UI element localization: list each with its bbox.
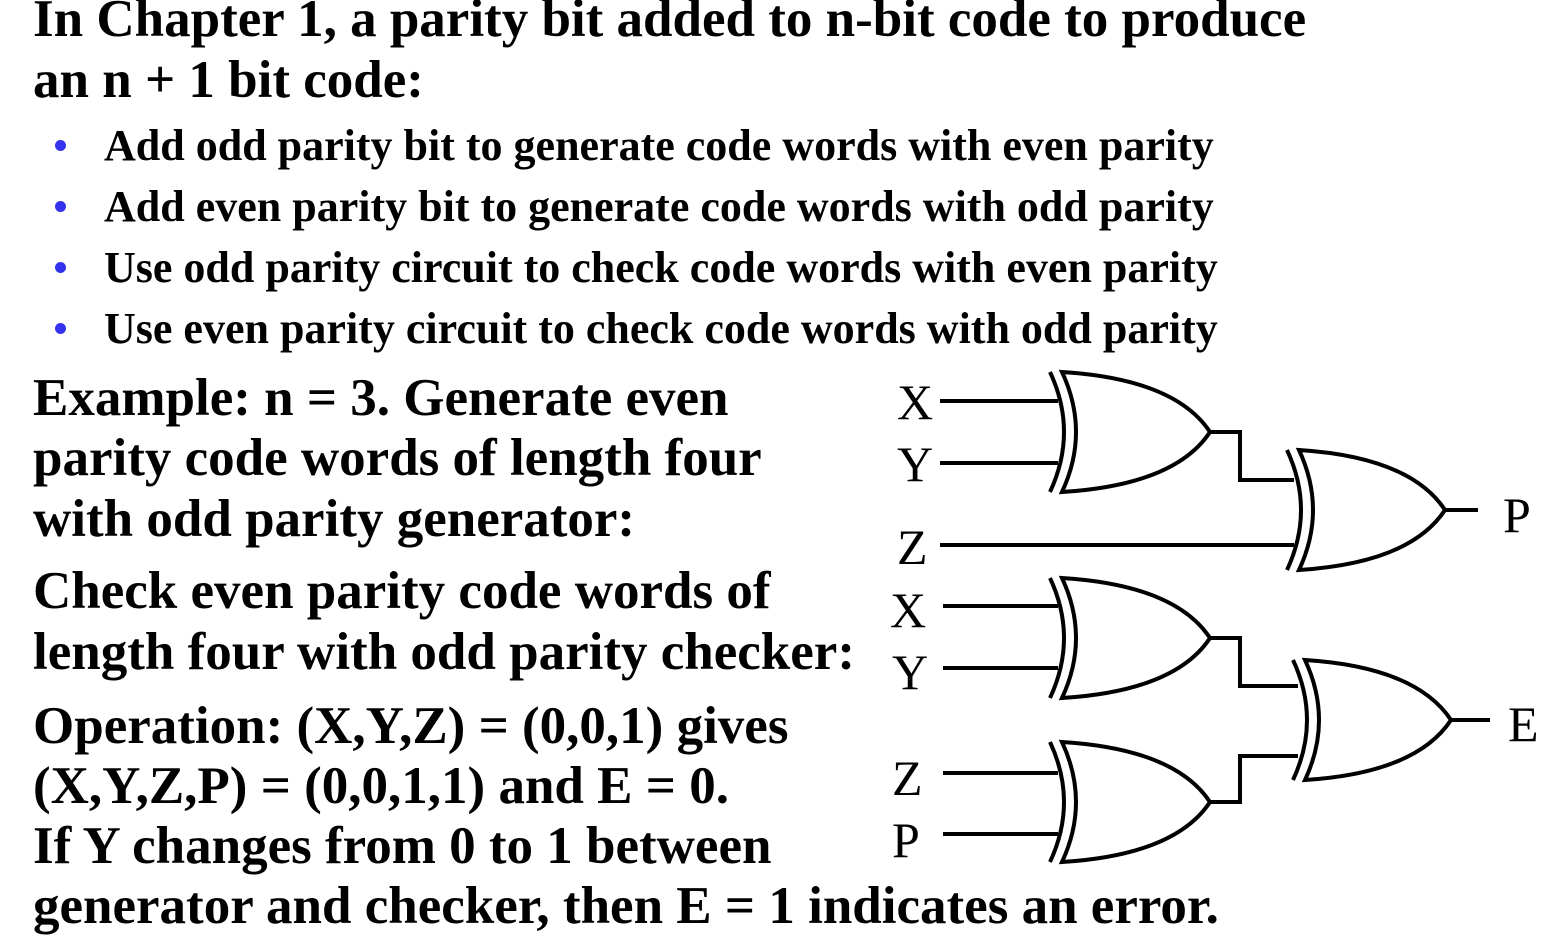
checker-input-label-z: Z (892, 750, 923, 806)
checker-input-label-x: X (890, 582, 926, 638)
generator-input-label-y: Y (897, 436, 933, 492)
checker-wire-internal-2 (1210, 754, 1298, 804)
odd-parity-generator: X Y Z P (897, 369, 1531, 575)
xor-gate-checker-3 (1291, 657, 1454, 783)
checker-wire-internal-1 (1210, 636, 1298, 688)
xor-gate-checker-1 (1048, 575, 1213, 701)
generator-output-label-p: P (1503, 487, 1531, 543)
checker-output-label-e: E (1508, 696, 1539, 752)
xor-gate-generator-2 (1285, 447, 1448, 573)
xor-gate-generator-1 (1048, 369, 1213, 495)
xor-gate-checker-2 (1048, 739, 1213, 865)
odd-parity-checker: X Y Z P E (890, 575, 1539, 868)
generator-wire-internal (1210, 430, 1294, 482)
generator-input-label-x: X (897, 374, 933, 430)
parity-circuit-diagram: X Y Z P X Y Z P E (890, 369, 1539, 868)
slide: In Chapter 1, a parity bit added to n-bi… (0, 0, 1561, 947)
checker-input-label-p: P (892, 812, 920, 868)
generator-input-label-z: Z (897, 519, 928, 575)
checker-input-label-y: Y (892, 644, 928, 700)
